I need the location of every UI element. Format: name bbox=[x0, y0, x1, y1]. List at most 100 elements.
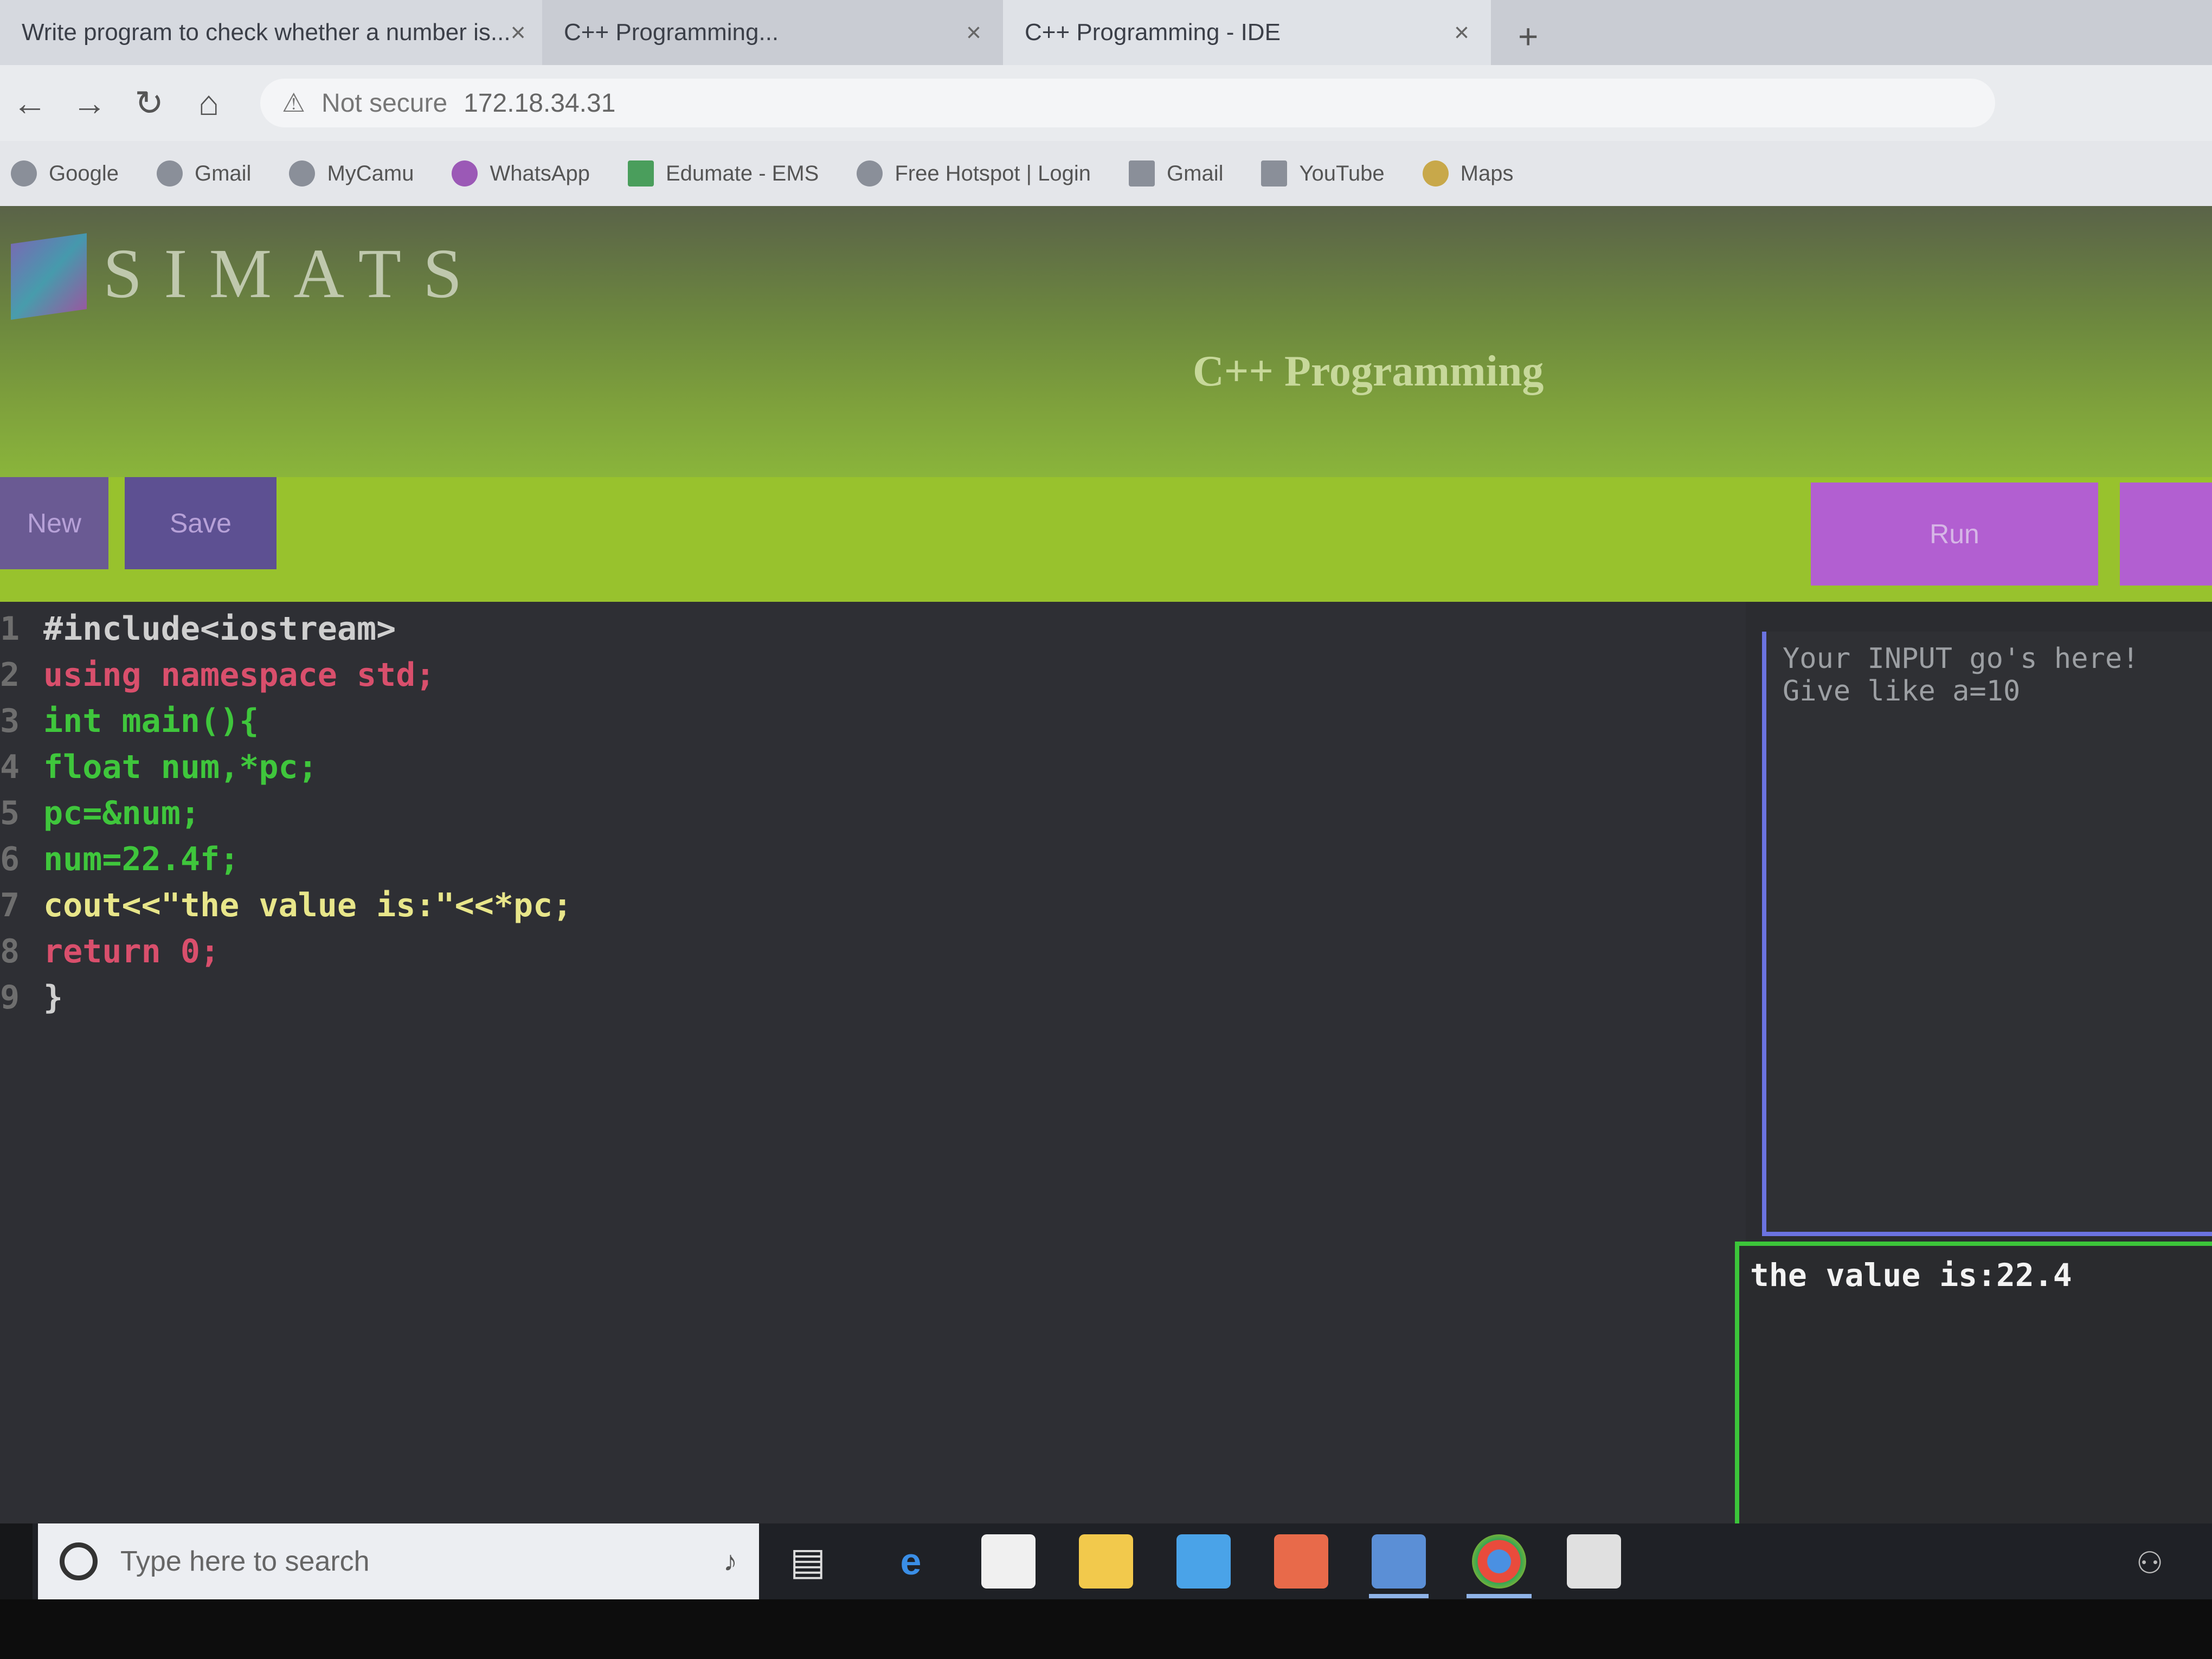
tab-title: Write program to check whether a number … bbox=[22, 19, 511, 46]
bookmark-label: Gmail bbox=[194, 161, 252, 185]
new-button[interactable]: New bbox=[0, 477, 108, 569]
bookmark-item[interactable]: Google bbox=[11, 160, 119, 187]
output-text: the value is:22.4 bbox=[1750, 1257, 2072, 1294]
code-text: return 0; bbox=[43, 933, 220, 970]
code-line: 7 cout<<"the value is:"<<*pc; bbox=[0, 886, 572, 924]
code-line: 6 num=22.4f; bbox=[0, 840, 239, 878]
taskbar-search[interactable]: ♪ bbox=[38, 1523, 759, 1599]
edumate-icon bbox=[628, 160, 654, 187]
bookmark-item[interactable]: MyCamu bbox=[289, 160, 414, 187]
tab-title: C++ Programming - IDE bbox=[1025, 19, 1281, 46]
start-button[interactable] bbox=[0, 1523, 33, 1599]
input-pane bbox=[1762, 632, 2212, 1236]
code-text: pc=&num; bbox=[43, 794, 200, 832]
bookmark-item[interactable]: Gmail bbox=[1129, 160, 1223, 187]
microphone-icon[interactable]: ♪ bbox=[723, 1545, 737, 1578]
code-text: int main(){ bbox=[43, 702, 259, 740]
line-number: 2 bbox=[0, 656, 20, 694]
code-line: 4 float num,*pc; bbox=[0, 748, 318, 786]
code-text: } bbox=[43, 979, 63, 1017]
file-explorer-icon[interactable] bbox=[1079, 1534, 1133, 1589]
line-number: 4 bbox=[0, 748, 20, 786]
bookmarks-bar: Google Gmail MyCamu WhatsApp Edumate - E… bbox=[0, 141, 2212, 206]
code-editor[interactable]: 1 #include<iostream> 2 using namespace std… bbox=[0, 602, 1746, 1523]
site-header: SIMATS C++ Programming bbox=[0, 206, 2212, 477]
new-tab-icon[interactable]: + bbox=[1518, 16, 1538, 56]
close-icon[interactable]: × bbox=[1454, 18, 1469, 48]
code-text: #include<iostream> bbox=[43, 610, 396, 648]
bookmark-label: Gmail bbox=[1167, 161, 1224, 185]
close-icon[interactable]: × bbox=[966, 18, 981, 48]
whatsapp-icon bbox=[452, 160, 478, 187]
app-icon[interactable] bbox=[1567, 1534, 1621, 1589]
bookmark-item[interactable]: YouTube bbox=[1261, 160, 1385, 187]
office-icon[interactable] bbox=[1274, 1534, 1328, 1589]
bookmark-label: Edumate - EMS bbox=[666, 161, 819, 185]
store-icon[interactable] bbox=[981, 1534, 1036, 1589]
globe-icon bbox=[857, 160, 883, 187]
screen: Write program to check whether a number … bbox=[0, 0, 2212, 1599]
people-icon[interactable]: ⚇ bbox=[2136, 1545, 2163, 1581]
line-number: 8 bbox=[0, 933, 20, 970]
line-number: 1 bbox=[0, 610, 20, 648]
back-icon[interactable]: ← bbox=[0, 83, 60, 123]
brand-name: SIMATS bbox=[103, 235, 484, 313]
close-icon[interactable]: × bbox=[511, 18, 526, 48]
search-input[interactable] bbox=[119, 1545, 609, 1578]
extra-button[interactable] bbox=[2120, 483, 2212, 586]
home-icon[interactable]: ⌂ bbox=[179, 83, 239, 123]
code-text: float num,*pc; bbox=[43, 748, 318, 786]
code-line: 9} bbox=[0, 979, 63, 1017]
browser-tab-strip: Write program to check whether a number … bbox=[0, 0, 2212, 65]
code-line: 2 using namespace std; bbox=[0, 656, 435, 694]
line-number: 9 bbox=[0, 979, 20, 1017]
mail-icon[interactable] bbox=[1176, 1534, 1231, 1589]
bookmark-label: WhatsApp bbox=[490, 161, 590, 185]
logo-icon bbox=[11, 233, 87, 320]
ide-toolbar: New Save Run bbox=[0, 477, 2212, 602]
bookmark-item[interactable]: WhatsApp bbox=[452, 160, 590, 187]
mycamu-icon bbox=[289, 160, 316, 187]
youtube-icon bbox=[1261, 160, 1288, 187]
security-label: Not secure bbox=[321, 88, 448, 118]
reload-icon[interactable]: ↻ bbox=[119, 83, 179, 124]
taskbar: ♪ ▤ e ⚇ bbox=[0, 1523, 2212, 1599]
browser-toolbar: ← → ↻ ⌂ ⚠ Not secure 172.18.34.31 bbox=[0, 65, 2212, 141]
bookmark-label: Free Hotspot | Login bbox=[895, 161, 1091, 185]
bookmark-item[interactable]: Maps bbox=[1422, 160, 1514, 187]
photos-icon[interactable] bbox=[1372, 1534, 1426, 1589]
bookmark-label: YouTube bbox=[1299, 161, 1385, 185]
warning-icon[interactable]: ⚠ bbox=[282, 88, 305, 118]
forward-icon[interactable]: → bbox=[60, 83, 119, 123]
bookmark-item[interactable]: Edumate - EMS bbox=[628, 160, 819, 187]
browser-tab[interactable]: C++ Programming... × bbox=[542, 0, 1003, 65]
mail-icon bbox=[1129, 160, 1155, 187]
bookmark-label: Maps bbox=[1460, 161, 1514, 185]
task-view-icon[interactable]: ▤ bbox=[781, 1534, 835, 1589]
maps-icon bbox=[1422, 160, 1449, 187]
edge-icon[interactable]: e bbox=[884, 1534, 938, 1589]
save-button[interactable]: Save bbox=[125, 477, 276, 569]
code-line: 5 pc=&num; bbox=[0, 794, 200, 832]
bookmark-label: Google bbox=[49, 161, 119, 185]
code-text: num=22.4f; bbox=[43, 840, 240, 878]
cortana-icon bbox=[60, 1542, 98, 1580]
bookmark-label: MyCamu bbox=[327, 161, 414, 185]
code-text: using namespace std; bbox=[43, 656, 435, 694]
run-button[interactable]: Run bbox=[1811, 483, 2098, 586]
browser-tab-active[interactable]: C++ Programming - IDE × bbox=[1003, 0, 1491, 65]
address-bar[interactable]: ⚠ Not secure 172.18.34.31 bbox=[260, 79, 1995, 127]
code-line: 8 return 0; bbox=[0, 933, 220, 970]
bookmark-item[interactable]: Free Hotspot | Login bbox=[857, 160, 1091, 187]
tab-title: C++ Programming... bbox=[564, 19, 779, 46]
code-line: 1 #include<iostream> bbox=[0, 610, 396, 648]
browser-tab[interactable]: Write program to check whether a number … bbox=[0, 0, 542, 65]
active-indicator bbox=[1467, 1594, 1532, 1598]
program-input-field[interactable] bbox=[1766, 632, 2212, 1232]
gmail-icon bbox=[156, 160, 183, 187]
active-indicator bbox=[1369, 1594, 1429, 1598]
google-icon bbox=[11, 160, 37, 187]
bookmark-item[interactable]: Gmail bbox=[156, 160, 252, 187]
line-number: 3 bbox=[0, 702, 20, 740]
chrome-icon[interactable] bbox=[1472, 1534, 1526, 1589]
